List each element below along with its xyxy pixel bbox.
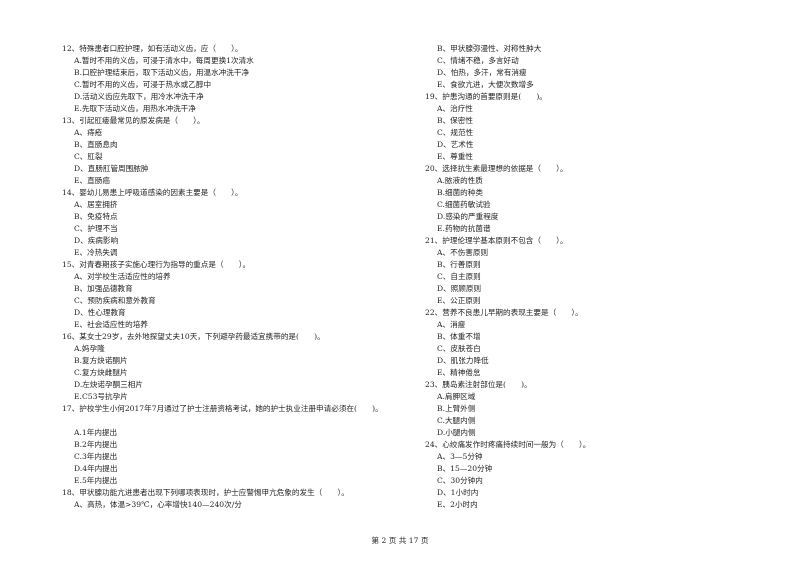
answer-option: E、冷热失调	[74, 248, 118, 257]
question-text: 18、甲状腺功能亢进患者出现下列哪项表现时，护士应警惕甲亢危象的发生（ ）。	[62, 488, 349, 497]
answer-option: A.妈孕隆	[74, 344, 105, 353]
answer-option: E.先取下活动义齿，用热水冲洗干净	[74, 104, 196, 113]
answer-option: D、怕热，多汗，常有消瘦	[437, 68, 527, 77]
answer-option: C、护理不当	[74, 224, 118, 233]
answer-option: C.大腿内侧	[437, 416, 476, 425]
answer-option: C、自主原则	[437, 272, 481, 281]
answer-option: A、居室拥挤	[74, 200, 118, 209]
question-text: 16、某女士29岁，去外地探望丈夫10天，下列避孕药最适宜携带的是( )。	[62, 332, 325, 341]
answer-option: B、加强品德教育	[74, 284, 133, 293]
answer-option: E、尊重性	[437, 152, 473, 161]
question-text: 12、特殊患者口腔护理，如有活动义齿，应（ ）。	[62, 44, 243, 53]
answer-option: D、疾病影响	[74, 236, 119, 245]
answer-option: A、痔疮	[74, 128, 103, 137]
answer-option: D、艺术性	[437, 140, 474, 149]
answer-option: A.肩胛区域	[437, 392, 476, 401]
answer-option: C.3年内提出	[74, 452, 118, 461]
question-text: 24、心绞痛发作时疼痛持续时间一般为（ ）。	[425, 440, 591, 449]
answer-option: E、2小时内	[437, 500, 478, 509]
question-text: 19、护患沟通的首要原则是( )。	[425, 92, 547, 101]
answer-option: B.复方炔诺酮片	[74, 356, 128, 365]
answer-option: C、肛裂	[74, 152, 103, 161]
answer-option: D.感染的严重程度	[437, 212, 499, 221]
answer-option: C.复方炔雌醚片	[74, 368, 128, 377]
answer-option: D、肌张力降低	[437, 356, 489, 365]
answer-option: C、情绪不稳，多言好动	[437, 56, 519, 65]
answer-option: E.C53号抗孕片	[74, 392, 128, 401]
question-text: 13、引起肛瘘最常见的原发病是（ ）。	[62, 116, 205, 125]
answer-option: D、性心理教育	[74, 308, 126, 317]
answer-option: B.上臂外侧	[437, 404, 476, 413]
answer-option: D、直肠肛管周围脓肿	[74, 164, 149, 173]
answer-option: C.暂时不用的义齿，可浸于热水或乙醇中	[74, 80, 212, 89]
answer-option: E、食欲亢进，大便次数增多	[437, 80, 534, 89]
question-text: 21、护理伦理学基本原则不包含（ ）。	[425, 236, 568, 245]
answer-option: C、30分钟内	[437, 476, 483, 485]
answer-option: A、高热，体温>39℃，心率增快140—240次/分	[74, 500, 242, 509]
answer-option: C、皮肤苍白	[437, 344, 481, 353]
answer-option: B、免疫特点	[74, 212, 118, 221]
answer-option: A、治疗性	[437, 104, 473, 113]
answer-option: B、体重不增	[437, 332, 481, 341]
answer-option: A、3—5分钟	[437, 452, 483, 461]
answer-option: A.暂时不用的义齿，可浸于清水中，每周更换1次清水	[74, 56, 254, 65]
answer-option: E.药物的抗菌谱	[437, 224, 491, 233]
answer-option: B.2年内提出	[74, 440, 118, 449]
answer-option: D、1小时内	[437, 488, 479, 497]
answer-option: A、不伤害原则	[437, 248, 489, 257]
answer-option: D.4年内提出	[74, 464, 118, 473]
answer-option: B、行善原则	[437, 260, 481, 269]
answer-option: D、照顾原则	[437, 284, 482, 293]
answer-option: D.活动义齿应先取下，用冷水冲洗干净	[74, 92, 204, 101]
answer-option: C.细菌药敏试验	[437, 200, 491, 209]
answer-option: B、甲状腺弥漫性、对称性肿大	[437, 44, 542, 53]
answer-option: C、规范性	[437, 128, 474, 137]
answer-option: B、直肠息肉	[74, 140, 118, 149]
answer-option: E、公正原则	[437, 296, 481, 305]
answer-option: E、直肠癌	[74, 176, 110, 185]
answer-option: E、精神倦怠	[437, 368, 481, 377]
answer-option: A.脓液的性质	[437, 176, 483, 185]
question-text: 15、对青春期孩子实施心理行为指导的重点是（ ）。	[62, 260, 251, 269]
answer-option: B、保密性	[437, 116, 473, 125]
answer-option: B、15—20分钟	[437, 464, 493, 473]
answer-option: D.小腿内侧	[437, 428, 476, 437]
right-column: B、甲状腺弥漫性、对称性肿大 C、情绪不稳，多言好动 D、怕热，多汗，常有消瘦 E、食…	[425, 43, 755, 511]
answer-option: C、预防疾病和意外教育	[74, 296, 156, 305]
answer-option: B.细菌的种类	[437, 188, 483, 197]
answer-option: B.口腔护理结束后，取下活动义齿，用温水冲洗干净	[74, 68, 250, 77]
page-footer: 第 2 页 共 17 页	[371, 536, 429, 545]
answer-option: A、消瘦	[437, 320, 466, 329]
question-text: 20、选择抗生素最理想的依据是（ ）。	[425, 164, 568, 173]
left-column: 12、特殊患者口腔护理，如有活动义齿，应（ ）。 A.暂时不用的义齿，可浸于清水中…	[62, 43, 412, 511]
answer-option: A.1年内提出	[74, 428, 118, 437]
answer-option: E、社会适应性的培养	[74, 320, 148, 329]
answer-option: D.左炔诺孕酮三相片	[74, 380, 143, 389]
question-text: 14、婴幼儿易患上呼吸道感染的因素主要是（ ）。	[62, 188, 243, 197]
question-text: 17、护校学生小何2017年7月通过了护士注册资格考试，她的护士执业注册申请必须…	[62, 404, 383, 413]
answer-option: E.5年内提出	[74, 476, 118, 485]
question-text: 22、营养不良患儿早期的表现主要是（ ）。	[425, 308, 583, 317]
answer-option: A、对学校生活适应性的培养	[74, 272, 171, 281]
question-text: 23、胰岛素注射部位是( )。	[425, 380, 532, 389]
